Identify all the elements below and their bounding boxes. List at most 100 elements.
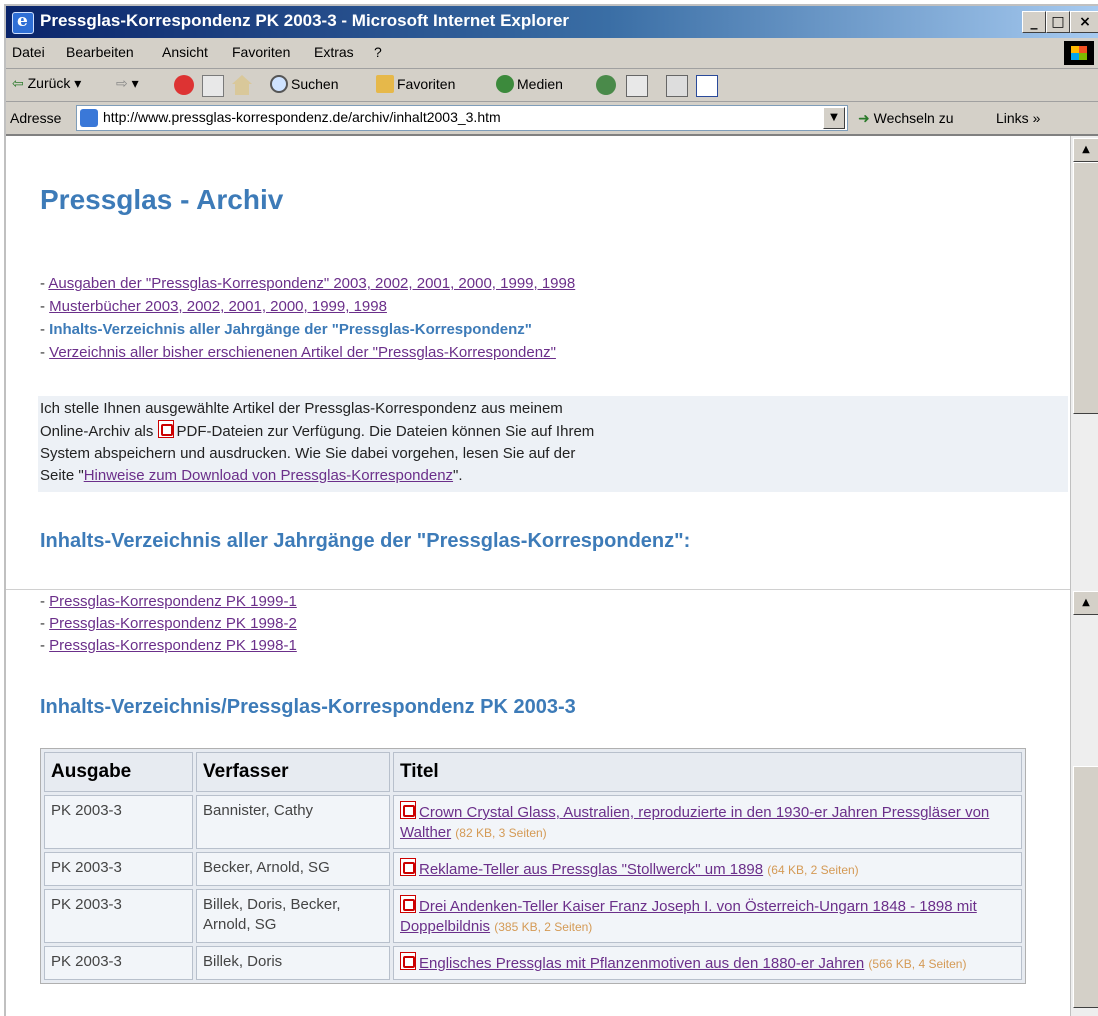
list-item: - Pressglas-Korrespondenz PK 1998-2 — [40, 615, 297, 632]
address-label: Adresse — [10, 110, 62, 126]
article-link[interactable]: Englisches Pressglas mit Pflanzenmotiven… — [419, 955, 864, 972]
download-hint-link[interactable]: Hinweise zum Download von Pressglas-Korr… — [84, 467, 453, 484]
maximize-button[interactable]: □ — [1046, 11, 1070, 33]
file-size: (82 KB, 3 Seiten) — [455, 826, 547, 840]
favorites-icon — [376, 75, 394, 93]
menu-favoriten[interactable]: Favoriten — [232, 44, 290, 60]
table-row: PK 2003-3 Becker, Arnold, SG Reklame-Tel… — [44, 852, 1022, 886]
mail-icon[interactable] — [626, 75, 648, 97]
menu-bar: Datei Bearbeiten Ansicht Favoriten Extra… — [6, 38, 1098, 69]
media-icon — [496, 75, 514, 93]
link-pk-1999-1[interactable]: Pressglas-Korrespondenz PK 1999-1 — [49, 593, 297, 610]
search-button[interactable]: Suchen — [270, 75, 338, 93]
cell-title: Englisches Pressglas mit Pflanzenmotiven… — [393, 946, 1022, 980]
cell-issue: PK 2003-3 — [44, 795, 193, 849]
scroll-up-button-lower-frame[interactable]: ▲ — [1073, 591, 1098, 615]
column-header-verfasser: Verfasser — [196, 752, 390, 792]
pdf-icon — [400, 801, 416, 819]
back-arrow-icon: ⇦ — [12, 75, 24, 91]
search-icon — [270, 75, 288, 93]
address-dropdown-button[interactable]: ▼ — [823, 107, 845, 129]
pdf-icon — [400, 895, 416, 913]
table-row: PK 2003-3 Billek, Doris Englisches Press… — [44, 946, 1022, 980]
page-icon — [80, 109, 98, 127]
info-text: Ich stelle Ihnen ausgewählte Artikel der… — [40, 400, 595, 484]
list-item: - Ausgaben der "Pressglas-Korrespondenz"… — [40, 275, 576, 292]
scroll-up-button[interactable]: ▲ — [1073, 138, 1098, 162]
article-link[interactable]: Drei Andenken-Teller Kaiser Franz Joseph… — [400, 898, 977, 935]
back-button[interactable]: ⇦ Zurück ▾ — [12, 75, 81, 92]
media-button[interactable]: Medien — [496, 75, 563, 93]
link-pk-1998-2[interactable]: Pressglas-Korrespondenz PK 1998-2 — [49, 615, 297, 632]
history-icon[interactable] — [596, 75, 616, 95]
home-icon[interactable] — [232, 75, 252, 95]
minimize-button[interactable]: _ — [1022, 11, 1046, 33]
address-bar: Adresse http://www.pressglas-korresponde… — [6, 102, 1098, 136]
toc-table: Ausgabe Verfasser Titel PK 2003-3 Bannis… — [40, 748, 1026, 984]
pk-links: - Pressglas-Korrespondenz PK 1999-1 - Pr… — [40, 591, 297, 657]
menu-ansicht[interactable]: Ansicht — [162, 44, 208, 60]
cell-author: Billek, Doris, Becker, Arnold, SG — [196, 889, 390, 943]
link-ausgaben[interactable]: Ausgaben der "Pressglas-Korrespondenz" 2… — [48, 275, 575, 292]
cell-issue: PK 2003-3 — [44, 852, 193, 886]
article-link[interactable]: Reklame-Teller aus Pressglas "Stollwerck… — [419, 861, 763, 878]
forward-button[interactable]: ⇨ ▾ — [116, 75, 139, 92]
cell-author: Billek, Doris — [196, 946, 390, 980]
ie-logo-icon — [12, 11, 34, 34]
list-item: - Pressglas-Korrespondenz PK 1999-1 — [40, 593, 297, 610]
link-verzeichnis[interactable]: Verzeichnis aller bisher erschienenen Ar… — [49, 344, 556, 361]
section-heading-pk-2003-3: Inhalts-Verzeichnis/Pressglas-Korrespond… — [40, 696, 576, 718]
pdf-icon — [157, 420, 174, 438]
cell-issue: PK 2003-3 — [44, 946, 193, 980]
toolbar: ⇦ Zurück ▾ ⇨ ▾ Suchen Favoriten Medien — [6, 69, 1098, 102]
address-url[interactable]: http://www.pressglas-korrespondenz.de/ar… — [103, 109, 501, 125]
window-title: Pressglas-Korrespondenz PK 2003-3 - Micr… — [40, 11, 570, 30]
file-size: (64 KB, 2 Seiten) — [767, 863, 859, 877]
menu-help[interactable]: ? — [374, 44, 382, 60]
go-arrow-icon: ➜ — [858, 110, 870, 126]
favorites-button[interactable]: Favoriten — [376, 75, 455, 93]
scroll-thumb[interactable] — [1073, 162, 1098, 414]
menu-bearbeiten[interactable]: Bearbeiten — [66, 44, 134, 60]
table-row: PK 2003-3 Billek, Doris, Becker, Arnold,… — [44, 889, 1022, 943]
menu-datei[interactable]: Datei — [12, 44, 45, 60]
list-item: - Musterbücher 2003, 2002, 2001, 2000, 1… — [40, 298, 387, 315]
file-size: (385 KB, 2 Seiten) — [494, 920, 593, 934]
pdf-icon — [400, 952, 416, 970]
cell-title: Crown Crystal Glass, Australien, reprodu… — [393, 795, 1022, 849]
list-item: - Inhalts-Verzeichnis aller Jahrgänge de… — [40, 321, 532, 338]
frame-divider — [6, 589, 1070, 590]
windows-logo-icon — [1064, 41, 1094, 65]
pdf-icon — [400, 858, 416, 876]
section-heading-all-years: Inhalts-Verzeichnis aller Jahrgänge der … — [40, 530, 691, 552]
column-header-titel: Titel — [393, 752, 1022, 792]
link-musterbuecher[interactable]: Musterbücher 2003, 2002, 2001, 2000, 199… — [49, 298, 387, 315]
go-button[interactable]: ➜ Wechseln zu — [858, 110, 954, 127]
list-item: - Verzeichnis aller bisher erschienenen … — [40, 344, 556, 361]
cell-author: Bannister, Cathy — [196, 795, 390, 849]
list-item: - Pressglas-Korrespondenz PK 1998-1 — [40, 637, 297, 654]
address-input[interactable]: http://www.pressglas-korrespondenz.de/ar… — [76, 105, 848, 131]
refresh-icon[interactable] — [202, 75, 224, 97]
vertical-scrollbar[interactable]: ▲ ▲ — [1070, 136, 1098, 1016]
cell-issue: PK 2003-3 — [44, 889, 193, 943]
file-size: (566 KB, 4 Seiten) — [868, 957, 967, 971]
menu-extras[interactable]: Extras — [314, 44, 354, 60]
title-bar: Pressglas-Korrespondenz PK 2003-3 - Micr… — [6, 6, 1098, 38]
cell-author: Becker, Arnold, SG — [196, 852, 390, 886]
browser-window: Pressglas-Korrespondenz PK 2003-3 - Micr… — [4, 4, 1098, 1016]
scroll-thumb-lower-frame[interactable] — [1073, 766, 1098, 1008]
table-header-row: Ausgabe Verfasser Titel — [44, 752, 1022, 792]
current-section-label: Inhalts-Verzeichnis aller Jahrgänge der … — [49, 321, 532, 338]
column-header-ausgabe: Ausgabe — [44, 752, 193, 792]
top-links: - Ausgaben der "Pressglas-Korrespondenz"… — [40, 272, 575, 364]
links-button[interactable]: Links » — [996, 110, 1040, 126]
close-button[interactable]: × — [1070, 11, 1098, 33]
edit-icon[interactable] — [696, 75, 718, 97]
stop-icon[interactable] — [174, 75, 194, 95]
print-icon[interactable] — [666, 75, 688, 97]
cell-title: Drei Andenken-Teller Kaiser Franz Joseph… — [393, 889, 1022, 943]
forward-arrow-icon: ⇨ — [116, 75, 128, 91]
link-pk-1998-1[interactable]: Pressglas-Korrespondenz PK 1998-1 — [49, 637, 297, 654]
page-title: Pressglas - Archiv — [40, 184, 284, 215]
